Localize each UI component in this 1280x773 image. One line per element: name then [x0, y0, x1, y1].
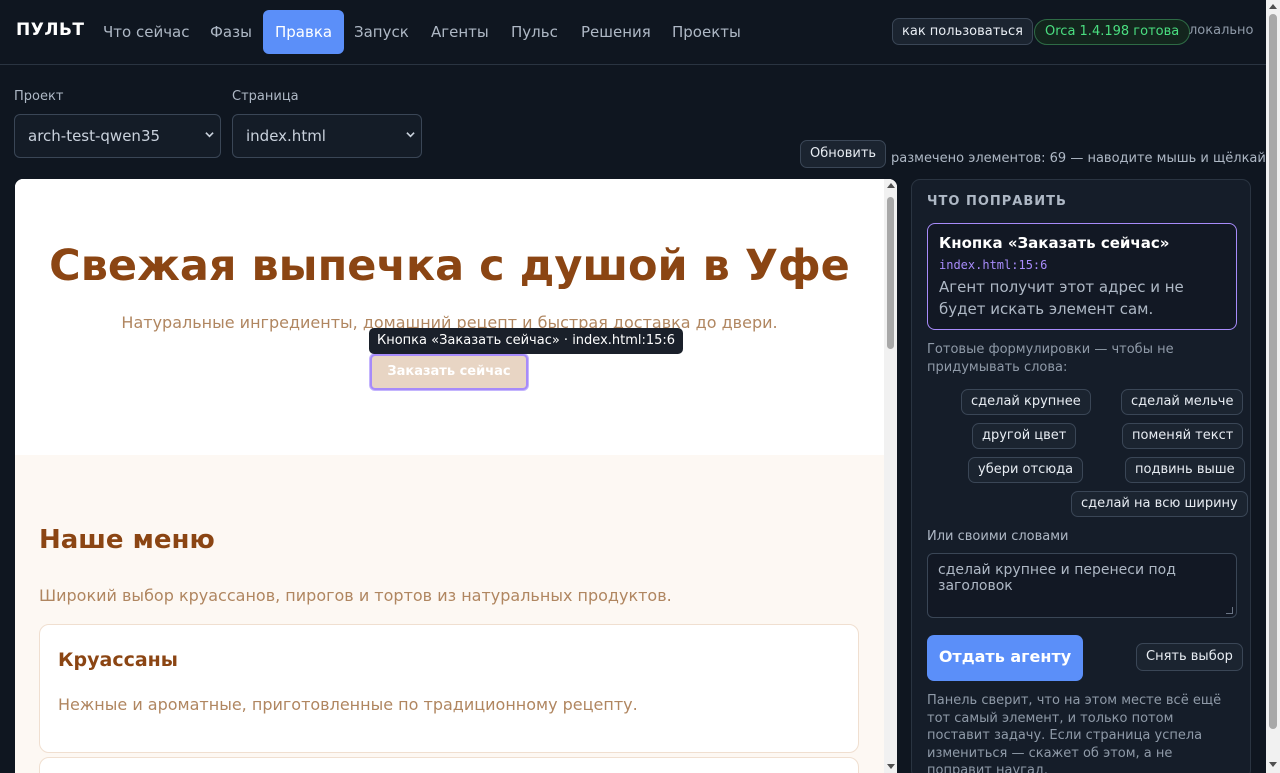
marked-elements-info: размечено элементов: 69 — наводите мышь …	[891, 151, 1280, 166]
hero-title[interactable]: Свежая выпечка с душой в Уфе	[15, 241, 884, 291]
nav-item-phases[interactable]: Фазы	[198, 10, 264, 54]
edit-panel: ЧТО ПОПРАВИТЬ Кнопка «Заказать сейчас» i…	[911, 179, 1251, 773]
nav-item-launch[interactable]: Запуск	[342, 10, 421, 54]
window-scrollbar[interactable]	[1266, 0, 1280, 773]
nav-item-edit[interactable]: Правка	[263, 10, 345, 54]
nav-item-agents[interactable]: Агенты	[419, 10, 501, 54]
scroll-up-arrow-icon[interactable]	[887, 183, 895, 188]
project-select[interactable]: arch-test-qwen35	[14, 114, 221, 158]
order-now-button[interactable]: Заказать сейчас	[370, 354, 528, 390]
panel-footer-note: Панель сверит, что на этом месте всё ещё…	[927, 693, 1222, 773]
preset-other-color[interactable]: другой цвет	[972, 423, 1077, 449]
project-select-value: arch-test-qwen35	[28, 127, 161, 145]
chevron-down-icon	[406, 132, 415, 138]
scroll-down-arrow-icon[interactable]	[1269, 762, 1277, 767]
nav-item-what-now[interactable]: Что сейчас	[91, 10, 202, 54]
preset-change-text[interactable]: поменяй текст	[1122, 423, 1244, 449]
nav-item-pulse[interactable]: Пульс	[499, 10, 570, 54]
selected-element-title: Кнопка «Заказать сейчас»	[939, 234, 1170, 252]
selected-element-card: Кнопка «Заказать сейчас» index.html:15:6…	[927, 223, 1237, 330]
preset-remove[interactable]: убери отсюда	[968, 457, 1084, 483]
menu-card-title[interactable]: Круассаны	[58, 649, 178, 671]
scroll-down-arrow-icon[interactable]	[887, 764, 895, 769]
selected-element-location: index.html:15:6	[939, 258, 1048, 272]
menu-card-description[interactable]: Нежные и ароматные, приготовленные по тр…	[58, 695, 638, 714]
preset-full-width[interactable]: сделай на всю ширину	[1071, 491, 1248, 517]
preset-smaller[interactable]: сделай мельче	[1121, 389, 1244, 415]
menu-card-next[interactable]	[39, 757, 859, 773]
preset-bigger[interactable]: сделай крупнее	[961, 389, 1091, 415]
page-preview[interactable]: Свежая выпечка с душой в Уфе Натуральные…	[15, 179, 897, 773]
top-navigation-bar: ПУЛЬТ Что сейчас Фазы Правка Запуск Аген…	[0, 0, 1266, 65]
send-to-agent-button[interactable]: Отдать агенту	[927, 635, 1083, 681]
scroll-up-arrow-icon[interactable]	[1269, 4, 1277, 9]
status-badge: Orca 1.4.198 готова	[1034, 19, 1191, 45]
page-label: Страница	[232, 89, 299, 104]
app-brand: ПУЛЬТ	[16, 20, 85, 40]
chevron-down-icon	[205, 132, 214, 138]
project-label: Проект	[14, 89, 64, 104]
help-button[interactable]: как пользоваться	[892, 18, 1033, 45]
menu-subtitle[interactable]: Широкий выбор круассанов, пирогов и торт…	[39, 586, 672, 605]
clear-selection-button[interactable]: Снять выбор	[1136, 643, 1243, 671]
preset-move-up[interactable]: подвинь выше	[1125, 457, 1245, 483]
selected-element-note: Агент получит этот адрес и не будет иска…	[939, 278, 1184, 318]
element-tooltip: Кнопка «Заказать сейчас» · index.html:15…	[369, 328, 684, 354]
preview-scroll-thumb[interactable]	[887, 197, 894, 349]
resize-grip-icon[interactable]	[1226, 607, 1233, 614]
own-words-label: Или своими словами	[927, 529, 1069, 544]
nav-item-decisions[interactable]: Решения	[569, 10, 663, 54]
own-words-textarea[interactable]: сделай крупнее и перенеси под заголовок	[927, 553, 1237, 618]
menu-title[interactable]: Наше меню	[39, 525, 215, 555]
menu-section: Наше меню Широкий выбор круассанов, пиро…	[15, 455, 884, 773]
hero-section: Свежая выпечка с душой в Уфе Натуральные…	[15, 179, 884, 455]
page-select-value: index.html	[246, 127, 326, 145]
window-scroll-thumb[interactable]	[1269, 14, 1277, 729]
preview-scrollbar[interactable]	[884, 179, 897, 773]
page-select[interactable]: index.html	[232, 114, 422, 158]
own-words-text: сделай крупнее и перенеси под заголовок	[938, 562, 1176, 594]
mode-label: локально	[1189, 23, 1254, 38]
panel-heading: ЧТО ПОПРАВИТЬ	[927, 194, 1067, 209]
nav-item-projects[interactable]: Проекты	[660, 10, 753, 54]
menu-card[interactable]: Круассаны Нежные и ароматные, приготовле…	[39, 624, 859, 753]
presets-hint: Готовые формулировки — чтобы не придумыв…	[927, 342, 1174, 375]
refresh-button[interactable]: Обновить	[800, 140, 887, 168]
